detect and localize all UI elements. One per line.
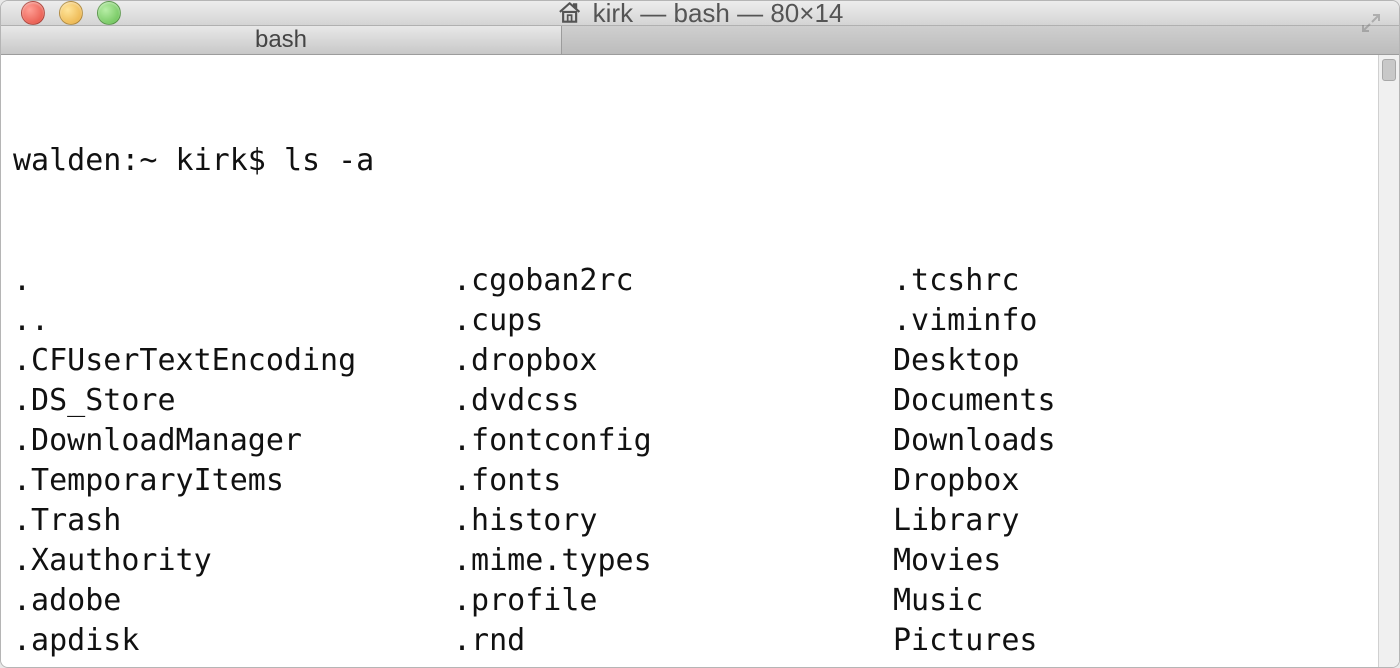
titlebar: kirk — bash — 80×14	[1, 1, 1399, 26]
minimize-button[interactable]	[59, 1, 83, 25]
ls-output: . .. .CFUserTextEncoding .DS_Store .Down…	[13, 261, 1368, 668]
ls-column-2: .tcshrc .viminfo Desktop Documents Downl…	[893, 261, 1056, 668]
command-text: ls -a	[284, 143, 374, 178]
ls-column-1: .cgoban2rc .cups .dropbox .dvdcss .fontc…	[453, 261, 893, 668]
window-title: kirk — bash — 80×14	[593, 0, 844, 29]
terminal-output[interactable]: walden:~ kirk$ ls -a . .. .CFUserTextEnc…	[1, 55, 1378, 668]
zoom-button[interactable]	[97, 1, 121, 25]
scrollbar[interactable]	[1378, 55, 1399, 668]
fullscreen-icon[interactable]	[1359, 11, 1383, 40]
ls-column-0: . .. .CFUserTextEncoding .DS_Store .Down…	[13, 261, 453, 668]
scroll-thumb[interactable]	[1382, 59, 1396, 81]
tab-label: bash	[255, 26, 307, 54]
window-title-group: kirk — bash — 80×14	[557, 0, 844, 29]
home-icon	[557, 0, 583, 26]
prompt-text: walden:~ kirk$	[13, 143, 284, 178]
close-button[interactable]	[21, 1, 45, 25]
prompt-line-1: walden:~ kirk$ ls -a	[13, 141, 1368, 181]
tab-bash[interactable]: bash	[1, 26, 562, 54]
terminal-body-wrap: walden:~ kirk$ ls -a . .. .CFUserTextEnc…	[1, 55, 1399, 668]
terminal-window: kirk — bash — 80×14 bash walden:~ kirk$ …	[0, 0, 1400, 668]
traffic-lights	[21, 1, 121, 25]
tab-bar: bash	[1, 26, 1399, 55]
